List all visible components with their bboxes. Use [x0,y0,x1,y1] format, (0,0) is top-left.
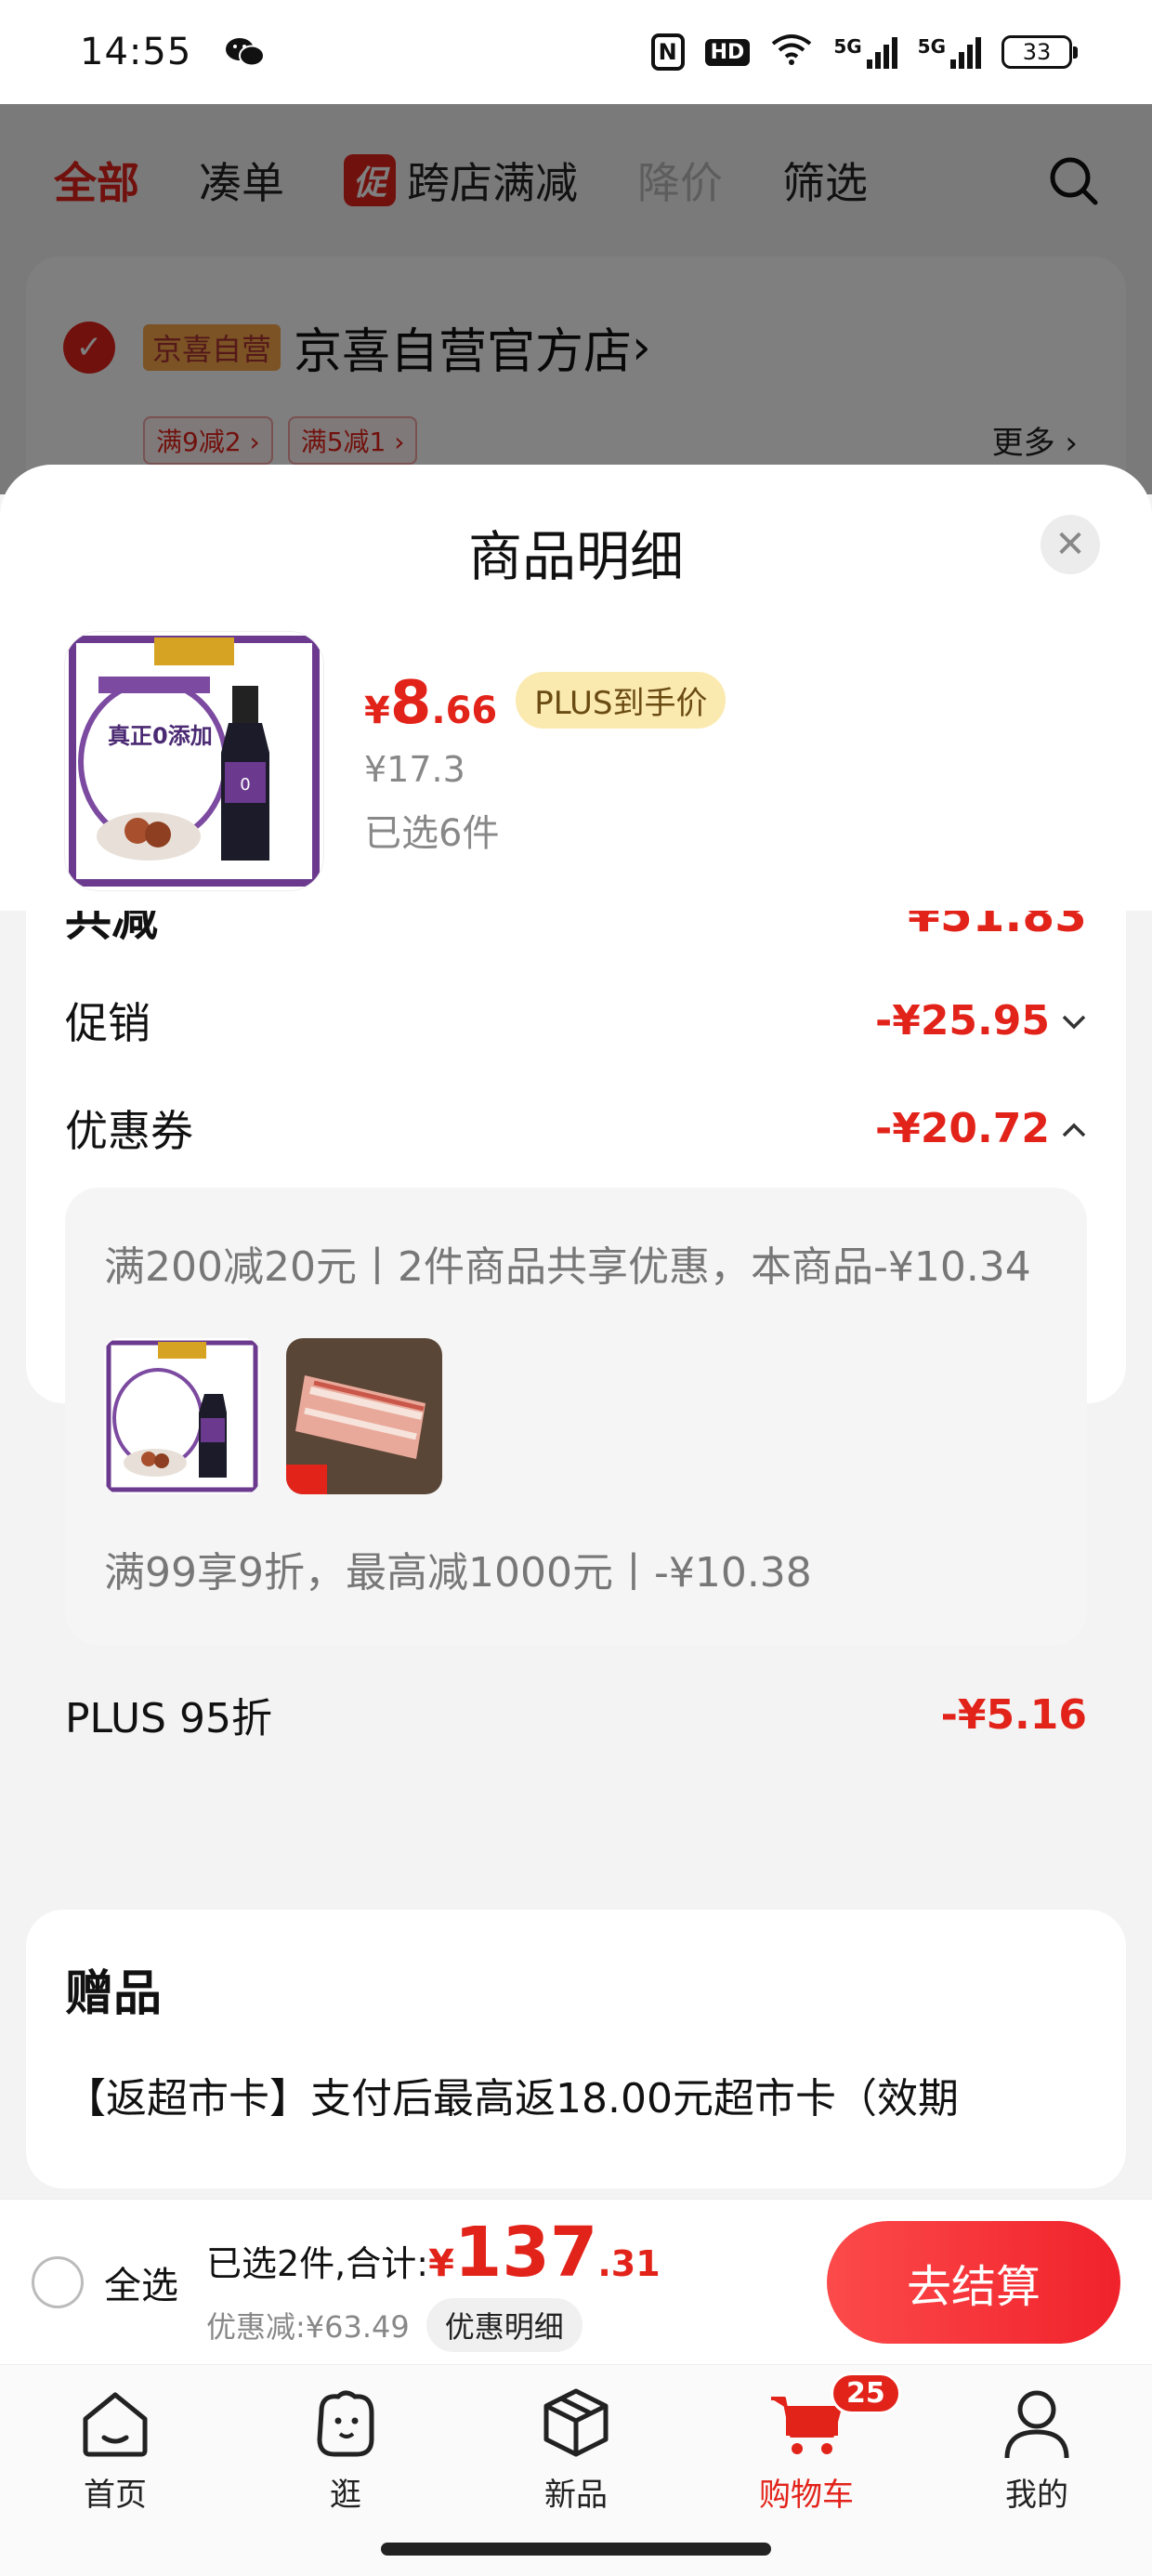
tab-home[interactable]: 首页 [0,2365,230,2576]
browse-icon [317,2390,374,2457]
status-bar: 14:55 N HD 5G 5G 33 [0,0,1152,104]
status-time: 14:55 [80,31,192,73]
selected-count: 已选6件 [364,812,500,855]
plus-discount-value: -¥5.16 [940,1690,1087,1739]
discount-detail-button[interactable]: 优惠明细 [425,2297,583,2352]
product-image-label: 真正0添加 [108,723,213,749]
coupon-detail-box: 满200减20元丨2件商品共享优惠，本商品-¥10.34 满99享9折，最高减1… [65,1188,1087,1645]
chevron-up-icon[interactable] [1061,1110,1087,1147]
summary-prefix: 已选2件,合计: [206,2242,429,2284]
coupon-product-image-soy [104,1338,260,1494]
gift-card: 赠品 【返超市卡】支付后最高返18.00元超市卡（效期 [26,1910,1126,2188]
signal-icon-2: 5G [918,35,981,69]
svg-text:0: 0 [240,775,250,795]
home-indicator [381,2543,771,2556]
product-price: ¥ 8 .66 PLUS到手价 [364,669,727,738]
sheet-header: 商品明细 ✕ [0,465,1152,632]
overlay-dim[interactable] [0,104,1152,494]
hd-icon: HD [704,38,751,66]
checkout-summary: 已选2件,合计: ¥ 137 .31 优惠减:¥63.49 优惠明细 [206,2213,661,2352]
plus-discount-label: PLUS 95折 [65,1695,272,1742]
home-icon [83,2392,148,2457]
user-icon [1004,2390,1069,2459]
product-image: 0 真正0添加 [65,632,323,890]
promo-label: 促销 [65,998,151,1048]
product-summary: 0 真正0添加 ¥ 8 .66 PLUS到手价 ¥17.3 已选6件 [0,632,1152,911]
cart-count-badge: 25 [831,2372,901,2414]
plus-price-tag: PLUS到手价 [516,672,727,729]
checkout-button[interactable]: 去结算 [827,2220,1120,2344]
total-price: 137 [453,2212,598,2293]
nfc-icon: N [650,33,685,71]
cube-icon [543,2388,609,2457]
coupon-description: 满200减20元丨2件商品共享优惠，本商品-¥10.34 [104,1243,1031,1291]
plus-discount-row: PLUS 95折 -¥5.16 [65,1645,1087,1784]
product-detail-sheet: 商品明细 ✕ 0 真正0添加 ¥ 8 .66 PLUS到手价 ¥17.3 已选6… [0,465,1152,2193]
discount-total: 优惠减:¥63.49 [206,2308,410,2345]
tab-mine[interactable]: 我的 [922,2365,1152,2576]
original-price: ¥17.3 [364,749,465,790]
signal-icon: 5G [833,35,897,69]
discount-card: 共减 ¥51.83 促销 -¥25.95 优惠券 -¥20.72 满200减20… [26,864,1126,1742]
promo-row[interactable]: 促销 -¥25.95 [65,966,1087,1074]
promo-value: -¥25.95 [874,996,1050,1045]
wechat-icon [225,35,266,69]
gift-title: 赠品 [65,1966,163,2022]
coupon-product-image-pork [286,1338,442,1494]
battery-icon: 33 [1001,35,1078,69]
checkout-bar: 全选 已选2件,合计: ¥ 137 .31 优惠减:¥63.49 优惠明细 去结… [0,2199,1152,2364]
chevron-down-icon[interactable] [1061,1002,1087,1039]
coupon-value: -¥20.72 [874,1104,1050,1152]
wifi-icon [770,33,813,72]
close-icon[interactable]: ✕ [1041,515,1100,574]
coupon-label: 优惠券 [65,1106,193,1156]
coupon-row[interactable]: 优惠券 -¥20.72 [65,1074,1087,1182]
sheet-title: 商品明细 [467,525,684,588]
select-all-radio[interactable] [32,2255,84,2308]
coupon-description-2: 满99享9折，最高减1000元丨-¥10.38 [104,1549,812,1597]
coupon-products [104,1338,1048,1494]
select-all-label[interactable]: 全选 [104,2255,178,2309]
gift-text: 【返超市卡】支付后最高返18.00元超市卡（效期 [65,2075,959,2123]
